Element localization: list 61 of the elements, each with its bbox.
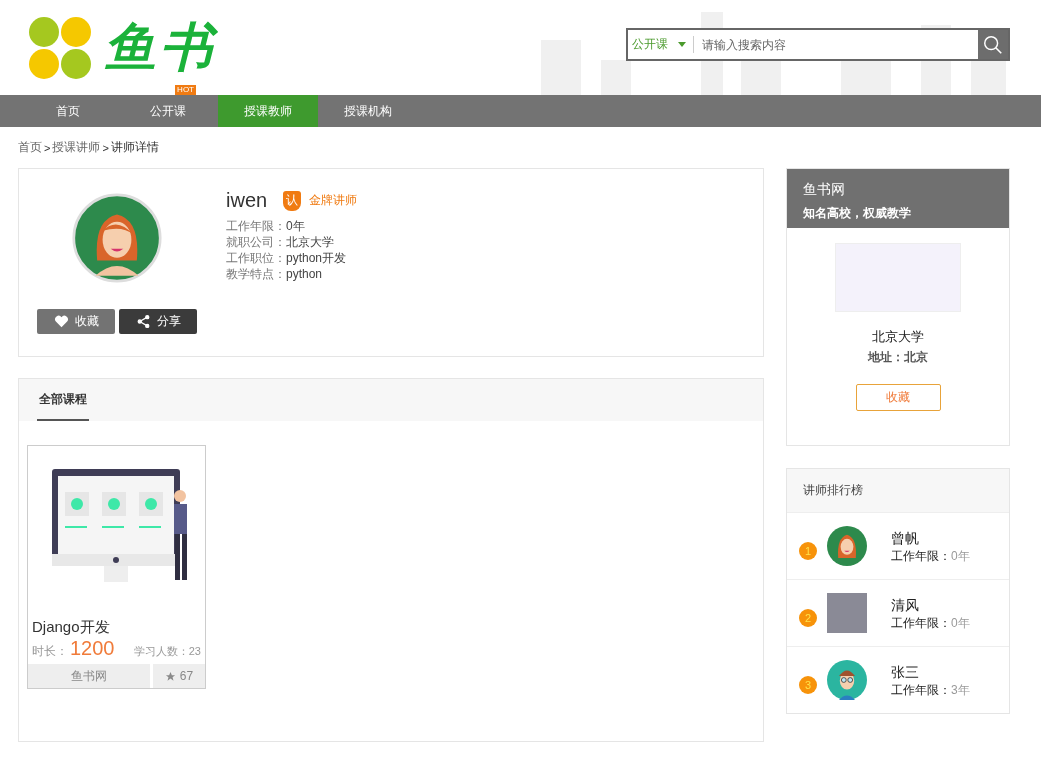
- teacher-title: 金牌讲师: [309, 192, 358, 209]
- breadcrumb-separator: >: [102, 141, 109, 154]
- caret-icon: [678, 42, 686, 47]
- course-org: 鱼书网: [28, 664, 150, 688]
- detail-label: 工作年限：: [891, 615, 951, 630]
- breadcrumb-link[interactable]: 授课讲师: [52, 139, 101, 156]
- heart-icon: [53, 314, 69, 329]
- detail-value: 北京大学: [286, 235, 334, 249]
- rank-medal: 2: [799, 609, 817, 627]
- nav-tab[interactable]: 首页: [18, 95, 118, 127]
- share-icon: [135, 314, 151, 329]
- search-field[interactable]: 请输入搜索内容: [694, 28, 978, 61]
- photo-placeholder: [827, 593, 867, 633]
- star-icon: [164, 670, 176, 682]
- detail-value: 3年: [951, 682, 970, 697]
- avatar-icon: [827, 526, 867, 566]
- certified-badge: 认: [283, 190, 302, 211]
- course-tab[interactable]: 全部课程: [37, 379, 89, 421]
- ranking-title: 讲师排行榜: [787, 469, 1009, 512]
- teacher-name[interactable]: 曾帆: [891, 529, 970, 548]
- detail-label: 工作职位：: [226, 251, 286, 265]
- teacher-name: iwen: [226, 189, 268, 212]
- detail-value: 0年: [951, 548, 970, 563]
- teacher-name[interactable]: 清风: [891, 596, 970, 615]
- breadcrumb-separator: >: [44, 141, 51, 154]
- share-button[interactable]: 分享: [119, 309, 197, 334]
- detail-label: 教学特点：: [226, 267, 286, 281]
- course-title[interactable]: Django开发: [28, 594, 205, 637]
- teacher-name[interactable]: 张三: [891, 663, 970, 682]
- rank-medal: 1: [799, 542, 817, 560]
- nav-tab[interactable]: 公开课: [118, 95, 218, 127]
- favorite-button[interactable]: 收藏: [37, 309, 115, 334]
- search-icon: [982, 33, 1004, 56]
- hot-badge: HOT: [175, 85, 196, 95]
- detail-value: 0年: [951, 615, 970, 630]
- detail-value: 0年: [286, 219, 305, 233]
- breadcrumb-link[interactable]: 首页: [18, 139, 42, 156]
- duration-value: 1200: [70, 637, 115, 660]
- category-dropdown[interactable]: 公开课: [626, 28, 694, 61]
- org-name[interactable]: 鱼书网: [803, 181, 993, 199]
- org-address: 地址：北京: [868, 349, 928, 366]
- detail-label: 就职公司：: [226, 235, 286, 249]
- search-button[interactable]: [978, 28, 1010, 61]
- detail-label: 工作年限：: [891, 682, 951, 697]
- detail-label: 工作年限：: [891, 548, 951, 563]
- org-slogan: 知名高校，权威教学: [803, 205, 912, 222]
- clover-logo-icon: [28, 15, 92, 80]
- detail-value: python开发: [286, 251, 347, 265]
- detail-value: python: [286, 267, 323, 281]
- nav-tab[interactable]: 授课机构: [318, 95, 418, 127]
- nav-tab[interactable]: 授课教师: [218, 95, 318, 127]
- avatar-icon: [827, 660, 867, 700]
- breadcrumb-current: 讲师详情: [110, 139, 159, 156]
- avatar-icon: [72, 193, 162, 283]
- students-count: 学习人数：23: [133, 644, 201, 659]
- course-card[interactable]: Django开发 时长：1200 学习人数：23 鱼书网 67: [27, 445, 206, 689]
- favorite-count: 67: [153, 664, 205, 688]
- rank-medal: 3: [799, 676, 817, 694]
- school-name: 北京大学: [872, 328, 924, 346]
- duration-label: 时长：: [32, 643, 68, 660]
- detail-label: 工作年限：: [226, 219, 286, 233]
